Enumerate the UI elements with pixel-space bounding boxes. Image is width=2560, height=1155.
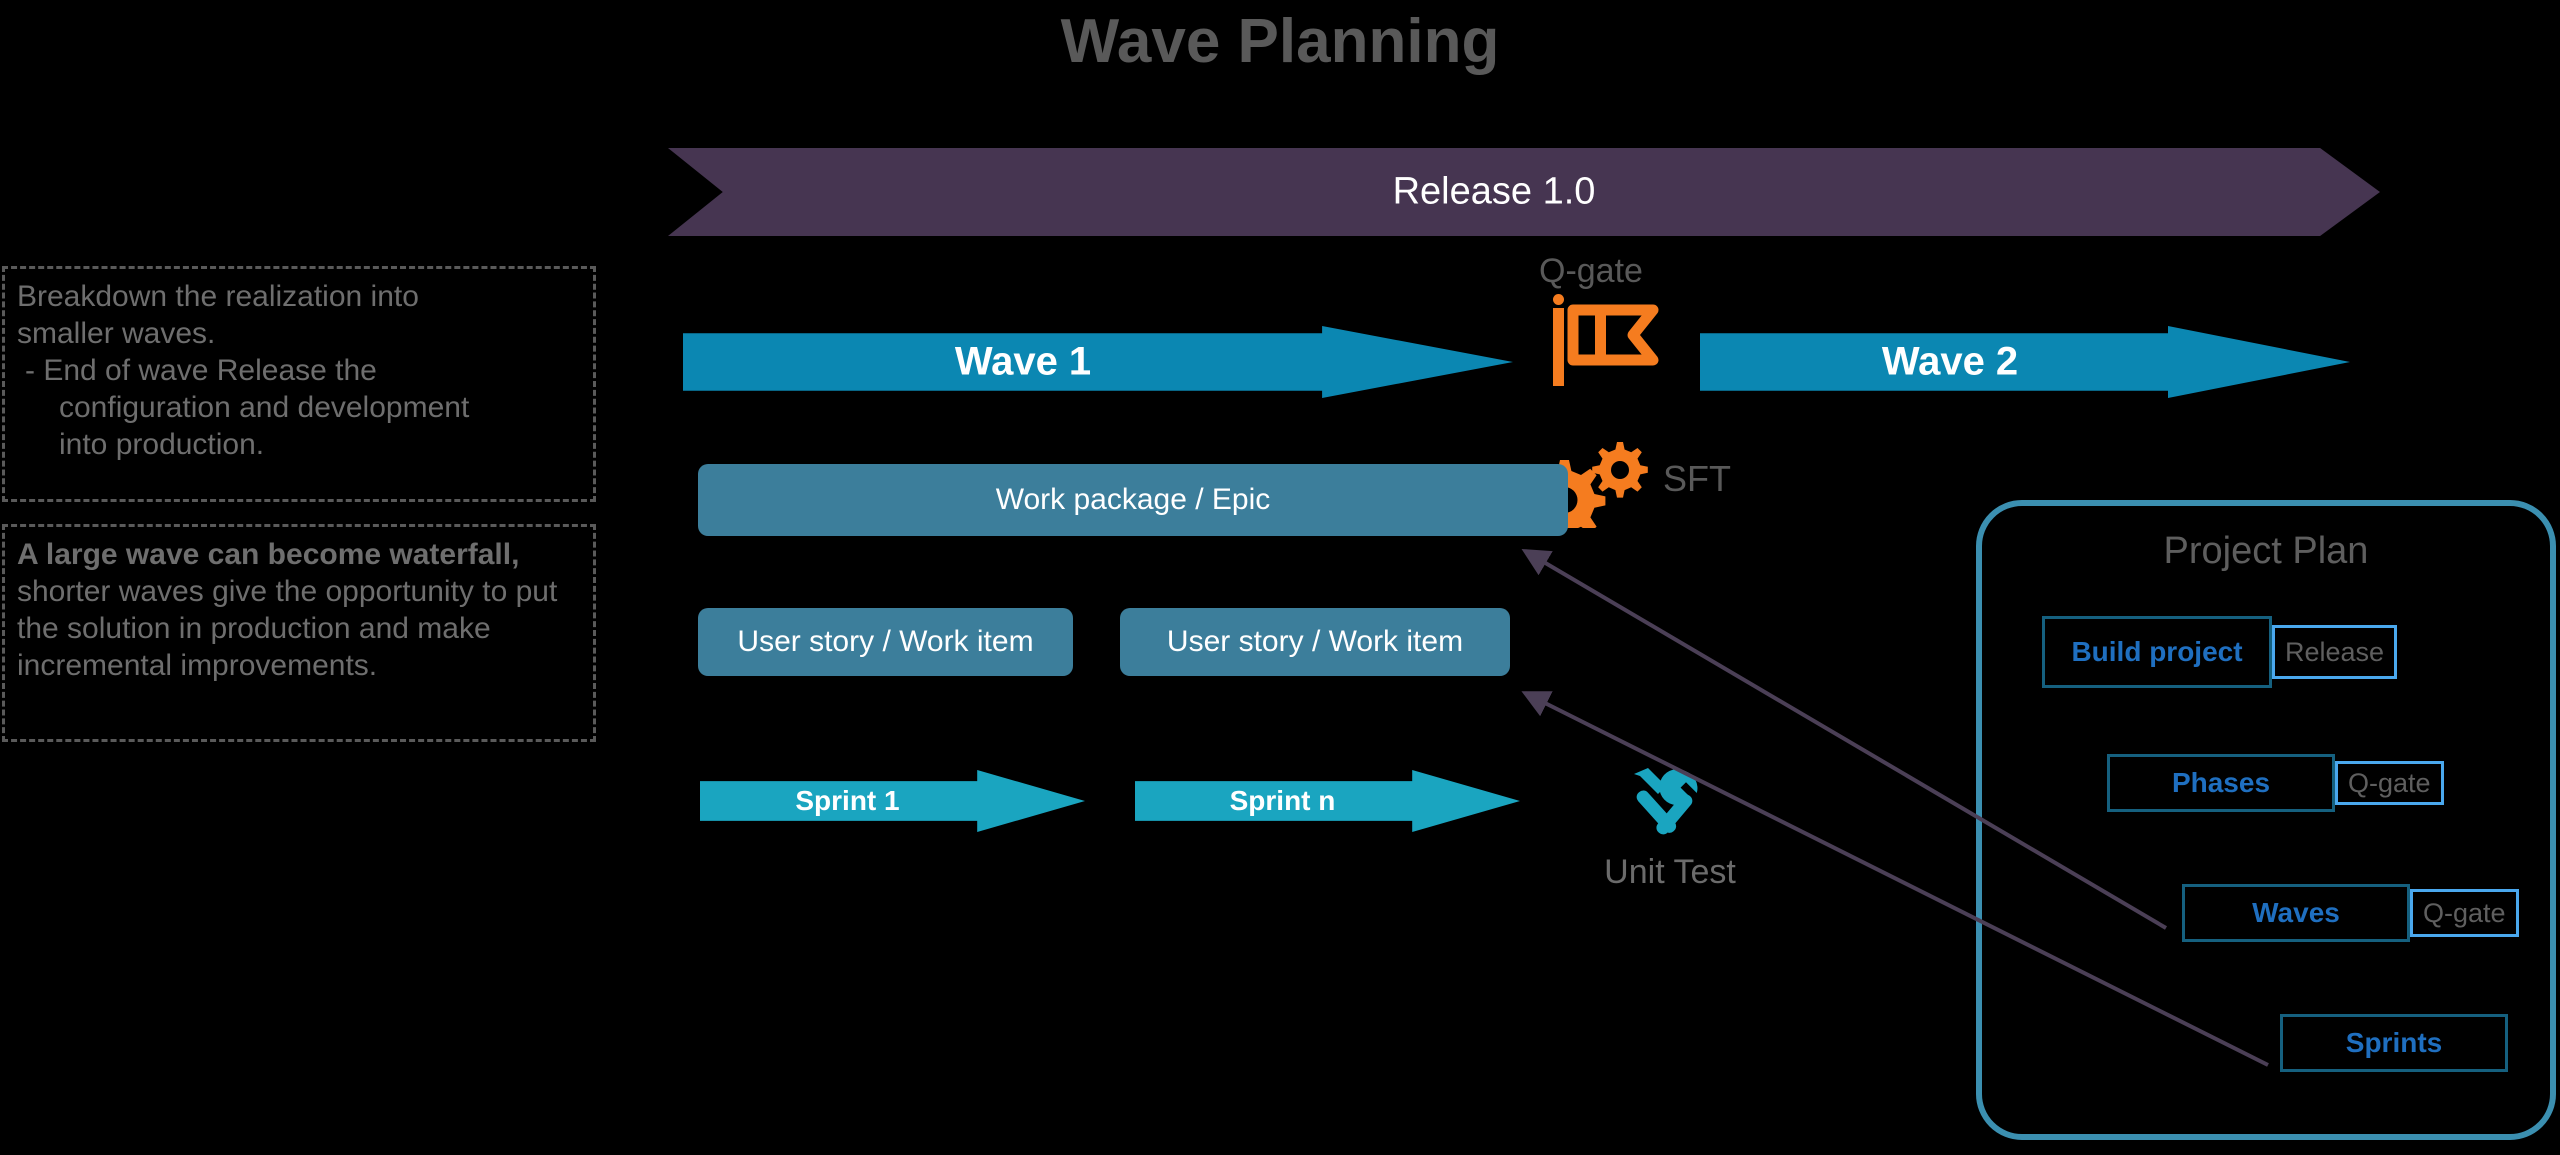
project-plan-build-label: Build project xyxy=(2071,636,2243,667)
release-banner[interactable]: Release 1.0 xyxy=(668,148,2380,236)
release-banner-label: Release 1.0 xyxy=(1392,170,1596,213)
sprint-n-arrow[interactable]: Sprint n xyxy=(1135,770,1520,832)
user-story-box-2[interactable]: User story / Work item xyxy=(1120,608,1510,676)
sft-label: SFT xyxy=(1663,458,1731,499)
user-story-box-1[interactable]: User story / Work item xyxy=(698,608,1073,676)
sprint-1-label: Sprint 1 xyxy=(795,785,900,816)
page-title: Wave Planning xyxy=(1060,7,1500,76)
project-plan-waves-gate[interactable]: Q-gate xyxy=(2410,889,2519,937)
note-1-line-1: Breakdown the realization into xyxy=(17,280,419,313)
wave-planning-diagram: Wave Planning Release 1.0 Wave 1 Wave 2 … xyxy=(0,0,2560,1155)
note-box-waterfall: A large wave can become waterfall, short… xyxy=(2,524,596,742)
unit-test-marker: Unit Test xyxy=(1560,764,1780,892)
qgate-label: Q-gate xyxy=(1539,252,1643,290)
flag-icon xyxy=(1549,294,1669,395)
work-package-box[interactable]: Work package / Epic xyxy=(698,464,1568,536)
qgate-marker: Q-gate xyxy=(1539,252,1695,395)
project-plan-phases-gate[interactable]: Q-gate xyxy=(2335,761,2444,805)
sprint-1-arrow[interactable]: Sprint 1 xyxy=(700,770,1085,832)
user-story-label-1: User story / Work item xyxy=(737,625,1034,658)
project-plan-build-gate[interactable]: Release xyxy=(2272,625,2398,679)
project-plan-waves-gate-label: Q-gate xyxy=(2423,897,2506,928)
project-plan-title: Project Plan xyxy=(2163,530,2369,572)
note-2-rest: shorter waves give the opportunity to pu… xyxy=(17,574,558,682)
project-plan-phases-box[interactable]: Phases xyxy=(2107,754,2335,812)
wave-1-label: Wave 1 xyxy=(954,339,1092,384)
project-plan-row-build[interactable]: Build project Release xyxy=(2042,616,2398,688)
wave-2-label: Wave 2 xyxy=(1881,339,2019,384)
project-plan-build-gate-label: Release xyxy=(2285,636,2385,667)
project-plan-build-box[interactable]: Build project xyxy=(2042,616,2272,688)
project-plan-waves-box[interactable]: Waves xyxy=(2182,884,2410,942)
unit-test-label: Unit Test xyxy=(1604,853,1736,891)
user-story-label-2: User story / Work item xyxy=(1166,625,1464,658)
project-plan-waves-label: Waves xyxy=(2252,897,2340,928)
wave-2-arrow[interactable]: Wave 2 xyxy=(1700,326,2350,398)
sprint-n-label: Sprint n xyxy=(1229,785,1336,816)
sft-marker: SFT xyxy=(1523,440,1765,542)
project-plan-panel: Project Plan Build project Release Phase… xyxy=(1976,500,2556,1140)
wave-1-arrow[interactable]: Wave 1 xyxy=(683,326,1513,398)
project-plan-sprints-label: Sprints xyxy=(2345,1027,2443,1058)
note-1-line-3: - End of wave Release the xyxy=(25,353,377,387)
note-2-bold: A large wave can become waterfall, xyxy=(17,538,520,571)
work-package-label: Work package / Epic xyxy=(995,483,1271,516)
note-1-line-2: smaller waves. xyxy=(17,316,216,350)
project-plan-phases-label: Phases xyxy=(2171,767,2271,798)
project-plan-sprints-box[interactable]: Sprints xyxy=(2280,1014,2508,1072)
note-1-line-5: into production. xyxy=(59,427,265,461)
note-box-breakdown: Breakdown the realization into smaller w… xyxy=(2,266,596,502)
tools-icon xyxy=(1560,764,1780,849)
project-plan-row-waves[interactable]: Waves Q-gate xyxy=(2182,884,2519,942)
note-1-line-4: configuration and development xyxy=(59,390,470,424)
project-plan-row-phases[interactable]: Phases Q-gate xyxy=(2107,754,2444,812)
project-plan-row-sprints[interactable]: Sprints xyxy=(2280,1014,2508,1072)
project-plan-phases-gate-label: Q-gate xyxy=(2348,767,2431,798)
